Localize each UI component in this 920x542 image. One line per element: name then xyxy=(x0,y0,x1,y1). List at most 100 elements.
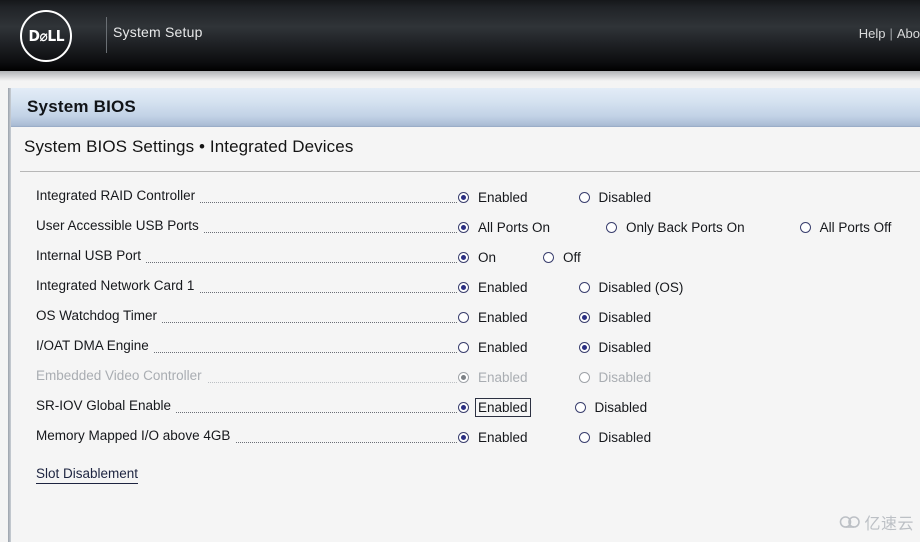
radio-selected-icon[interactable] xyxy=(458,281,469,293)
radio-option[interactable]: Enabled xyxy=(458,338,531,357)
cloud-icon xyxy=(840,516,861,528)
setting-label: SR-IOV Global Enable xyxy=(36,398,177,413)
radio-option-label: Disabled xyxy=(598,369,652,385)
radio-option: Enabled xyxy=(458,368,531,387)
radio-unselected-icon[interactable] xyxy=(799,221,811,233)
radio-unselected-icon[interactable] xyxy=(574,401,586,413)
radio-option[interactable]: Enabled xyxy=(458,188,531,207)
radio-selected-icon[interactable] xyxy=(578,311,590,323)
radio-unselected-icon[interactable] xyxy=(578,431,590,443)
setting-row[interactable]: Memory Mapped I/O above 4GB Enabled Disabl… xyxy=(11,422,920,452)
radio-option-label: Disabled xyxy=(594,399,648,415)
dell-logo-icon: D⌀LL xyxy=(20,10,72,62)
radio-option[interactable]: Disabled (OS) xyxy=(578,278,687,297)
setting-row[interactable]: OS Watchdog Timer Enabled Disabled xyxy=(11,302,920,332)
radio-selected-icon[interactable] xyxy=(578,341,590,353)
radio-option-label: Enabled xyxy=(478,339,528,355)
window-content: System BIOS Settings • Integrated Device… xyxy=(11,127,920,542)
link-separator: | xyxy=(889,26,893,41)
radio-option[interactable]: Enabled xyxy=(458,397,531,417)
radio-selected-icon[interactable] xyxy=(458,221,469,233)
bios-window: System BIOS System BIOS Settings • Integ… xyxy=(8,88,920,542)
radio-unselected-icon[interactable] xyxy=(543,251,555,263)
radio-option[interactable]: Only Back Ports On xyxy=(606,218,748,237)
setting-row[interactable]: SR-IOV Global Enable Enabled Disabled xyxy=(11,392,920,422)
radio-option[interactable]: Enabled xyxy=(458,308,531,327)
setting-label: Embedded Video Controller xyxy=(36,368,207,383)
setting-row: Embedded Video Controller Enabled Disabled xyxy=(11,362,920,392)
option-group: Enabled Disabled xyxy=(458,302,654,332)
header-divider xyxy=(106,17,107,53)
radio-selected-icon[interactable] xyxy=(458,431,469,443)
radio-option[interactable]: On xyxy=(458,248,499,267)
option-group: Enabled Disabled (OS) xyxy=(458,272,686,302)
window-titlebar: System BIOS xyxy=(11,88,920,127)
radio-unselected-icon xyxy=(578,371,590,383)
radio-option-label: Disabled (OS) xyxy=(598,279,684,295)
radio-unselected-icon[interactable] xyxy=(578,191,590,203)
radio-option-label: Enabled xyxy=(475,397,531,417)
radio-option-label: Enabled xyxy=(478,309,528,325)
radio-option[interactable]: Disabled xyxy=(578,308,655,327)
radio-option[interactable]: All Ports Off xyxy=(799,218,895,237)
radio-selected-icon xyxy=(458,371,469,383)
radio-option-label: Disabled xyxy=(598,429,652,445)
radio-option-label: Enabled xyxy=(478,429,528,445)
radio-option-label: Disabled xyxy=(598,189,652,205)
setting-label: Integrated Network Card 1 xyxy=(36,278,200,293)
setting-row[interactable]: I/OAT DMA Engine Enabled Disabled xyxy=(11,332,920,362)
radio-option[interactable]: Off xyxy=(543,248,584,267)
radio-option-label: Disabled xyxy=(598,309,652,325)
option-group: Enabled Disabled xyxy=(458,332,654,362)
radio-selected-icon[interactable] xyxy=(458,401,469,413)
setting-row[interactable]: Integrated RAID Controller Enabled Disable… xyxy=(11,182,920,212)
option-group: Enabled Disabled xyxy=(458,392,650,422)
watermark-text: 亿速云 xyxy=(864,514,914,533)
option-group: All Ports On Only Back Ports On All Ports … xyxy=(458,212,894,242)
setting-label: Internal USB Port xyxy=(36,248,147,263)
header-drop-shadow xyxy=(0,71,920,81)
radio-option-label: Off xyxy=(563,249,581,265)
radio-option[interactable]: All Ports On xyxy=(458,218,553,237)
radio-option[interactable]: Disabled xyxy=(578,428,655,447)
setting-row[interactable]: User Accessible USB Ports All Ports On Onl… xyxy=(11,212,920,242)
slot-disablement-link[interactable]: Slot Disablement xyxy=(36,466,139,484)
title-separator-rule xyxy=(20,171,920,172)
window-title: System BIOS xyxy=(27,97,136,116)
radio-unselected-icon[interactable] xyxy=(606,221,618,233)
option-group: Enabled Disabled xyxy=(458,362,654,392)
about-link[interactable]: Abo xyxy=(897,26,920,41)
radio-unselected-icon[interactable] xyxy=(578,281,590,293)
top-header-bar: D⌀LL System Setup Help | Abo xyxy=(0,0,920,71)
radio-option-label: All Ports Off xyxy=(819,219,892,235)
setting-label: Memory Mapped I/O above 4GB xyxy=(36,428,236,443)
setting-label: Integrated RAID Controller xyxy=(36,188,201,203)
setting-row[interactable]: Internal USB Port On Off xyxy=(11,242,920,272)
header-links: Help | Abo xyxy=(859,26,920,41)
page-title: System BIOS Settings • Integrated Device… xyxy=(24,137,354,156)
radio-selected-icon[interactable] xyxy=(458,191,469,203)
option-group: Enabled Disabled xyxy=(458,182,654,212)
app-title: System Setup xyxy=(113,24,203,40)
help-link[interactable]: Help xyxy=(859,26,886,41)
radio-option-label: Enabled xyxy=(478,369,528,385)
settings-list: Integrated RAID Controller Enabled Disable… xyxy=(11,182,920,452)
setting-row[interactable]: Integrated Network Card 1 Enabled Disabled… xyxy=(11,272,920,302)
radio-option[interactable]: Disabled xyxy=(574,398,651,417)
bios-setup-screen: D⌀LL System Setup Help | Abo System BIOS S… xyxy=(0,0,920,542)
radio-option[interactable]: Enabled xyxy=(458,428,531,447)
slot-disablement-link-wrap: Slot Disablement xyxy=(36,465,139,484)
radio-option-label: Enabled xyxy=(478,189,528,205)
radio-selected-icon[interactable] xyxy=(458,251,469,263)
radio-unselected-icon[interactable] xyxy=(458,311,469,323)
radio-option-label: Only Back Ports On xyxy=(626,219,745,235)
radio-option[interactable]: Enabled xyxy=(458,278,531,297)
setting-label: I/OAT DMA Engine xyxy=(36,338,154,353)
radio-option-label: Disabled xyxy=(598,339,652,355)
radio-unselected-icon[interactable] xyxy=(458,341,469,353)
radio-option: Disabled xyxy=(578,368,655,387)
dell-logo-text: D⌀LL xyxy=(28,27,64,45)
radio-option[interactable]: Disabled xyxy=(578,188,655,207)
radio-option-label: All Ports On xyxy=(478,219,551,235)
radio-option[interactable]: Disabled xyxy=(578,338,655,357)
